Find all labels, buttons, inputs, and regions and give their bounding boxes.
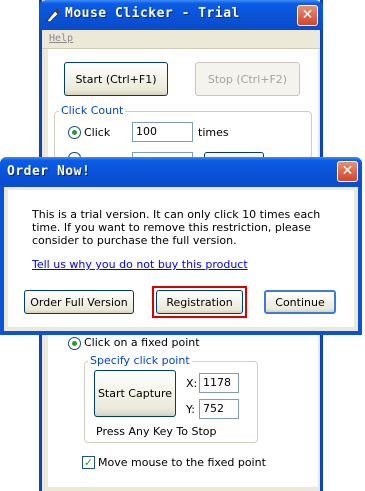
main-window-title: Mouse Clicker - Trial [65,6,240,21]
specify-point-label: Specify click point [88,354,192,367]
click-radio-label: Click [84,126,111,139]
continue-button[interactable]: Continue [264,290,336,314]
dialog-close-button[interactable]: ✕ [337,161,358,182]
fixed-point-label: Click on a fixed point [84,336,200,349]
mouse-pen-icon [46,8,60,23]
times-label: times [198,126,229,139]
registration-button[interactable]: Registration [156,290,243,314]
y-label: Y: [186,403,195,416]
trial-message: This is a trial version. It can only cli… [32,208,321,247]
close-icon: ✕ [301,7,314,23]
x-label: X: [186,377,198,390]
main-titlebar: Mouse Clicker - Trial ✕ [39,0,323,30]
order-dialog-titlebar: Order Now! ✕ [0,157,362,187]
stop-button: Stop (Ctrl+F2) [195,62,300,96]
order-full-version-button[interactable]: Order Full Version [24,290,134,314]
menubar: Help [42,30,320,49]
x-input[interactable]: 1178 [199,373,239,393]
move-mouse-checkbox[interactable]: ✓ [82,456,95,469]
stop-hint: Press Any Key To Stop [96,425,217,438]
feedback-link[interactable]: Tell us why you do not buy this product [32,258,248,271]
fixed-point-radio[interactable] [68,337,81,350]
close-icon: ✕ [341,163,354,179]
start-capture-button[interactable]: Start Capture [94,370,176,417]
order-dialog-title: Order Now! [7,164,91,179]
click-count-input[interactable]: 100 [132,122,193,142]
click-radio[interactable] [68,126,81,139]
y-input[interactable]: 752 [199,399,239,419]
click-count-label: Click Count [59,104,126,117]
main-close-button[interactable]: ✕ [297,5,318,26]
move-mouse-label: Move mouse to the fixed point [98,456,266,469]
menu-help[interactable]: Help [49,33,73,44]
start-button[interactable]: Start (Ctrl+F1) [64,62,168,96]
